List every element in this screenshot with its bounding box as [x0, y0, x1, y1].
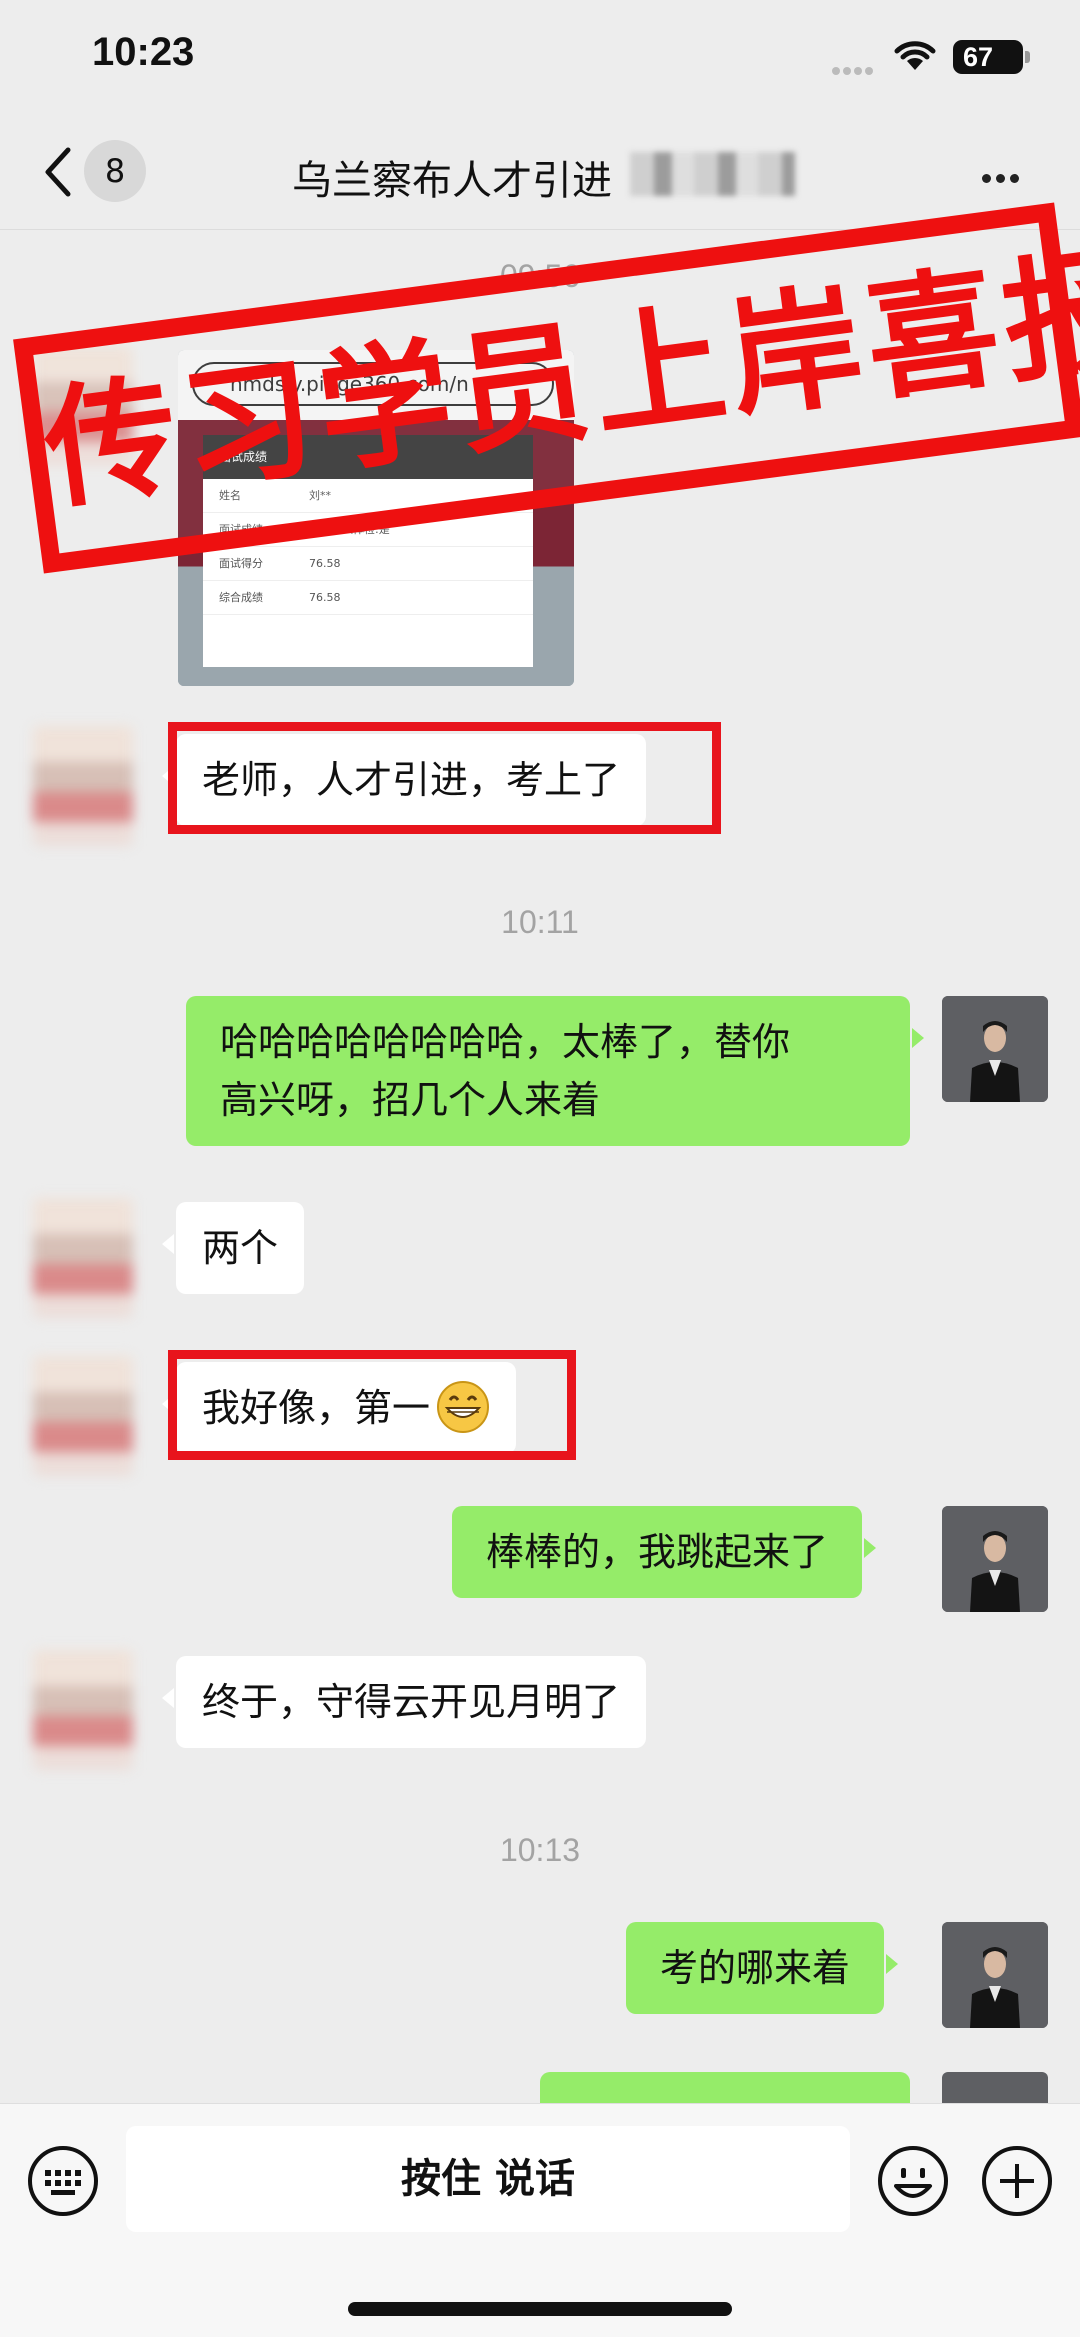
person-icon [942, 1922, 1048, 2028]
more-options-icon[interactable] [982, 168, 1024, 187]
battery-icon: 67 [953, 40, 1030, 74]
score-row: 综合成绩 76.58 [203, 581, 533, 615]
contact-avatar[interactable] [33, 1356, 133, 1476]
my-avatar[interactable] [942, 1506, 1048, 1612]
wifi-icon [894, 41, 936, 70]
input-bar: 按住 说话 [0, 2103, 1080, 2337]
person-icon [942, 996, 1048, 1102]
message-bubble-outgoing[interactable]: 哈哈哈哈哈哈哈哈，太棒了，替你 高兴呀，招几个人来着 [186, 996, 924, 1146]
cellular-signal-icon [832, 60, 876, 79]
status-time: 10:23 [92, 30, 195, 74]
message-bubble-incoming[interactable]: 两个 [161, 1202, 305, 1294]
score-row: 面试得分 76.58 [203, 547, 533, 581]
contact-avatar[interactable] [33, 726, 133, 846]
status-bar: 10:23 67 [0, 0, 1080, 120]
message-bubble-outgoing[interactable]: 棒棒的，我跳起来了 [452, 1506, 877, 1598]
contact-avatar[interactable] [33, 1650, 133, 1770]
home-indicator[interactable] [348, 2302, 732, 2316]
contact-avatar[interactable] [33, 1198, 133, 1318]
emoji-icon[interactable] [876, 2144, 950, 2218]
chat-header: 8 乌兰察布人才引进 [0, 120, 1080, 230]
my-avatar[interactable] [942, 996, 1048, 1102]
chat-title: 乌兰察布人才引进 [292, 158, 612, 204]
hold-to-talk-button[interactable]: 按住 说话 [126, 2126, 850, 2232]
title-mosaic [630, 152, 795, 196]
message-bubble-incoming[interactable]: 终于，守得云开见月明了 [161, 1656, 647, 1748]
keyboard-icon[interactable] [26, 2144, 100, 2218]
highlight-box [168, 722, 721, 834]
message-line: 高兴呀，招几个人来着 [220, 1078, 601, 1122]
message-line: 哈哈哈哈哈哈哈哈，太棒了，替你 [220, 1020, 791, 1064]
highlight-box [168, 1350, 576, 1460]
back-chevron-icon[interactable] [40, 146, 74, 198]
battery-level: 67 [963, 42, 994, 72]
person-icon [942, 1506, 1048, 1612]
my-avatar[interactable] [942, 1922, 1048, 2028]
plus-icon[interactable] [980, 2144, 1054, 2218]
timestamp: 10:11 [501, 904, 579, 940]
message-bubble-outgoing[interactable]: 考的哪来着 [626, 1922, 899, 2014]
unread-count-badge[interactable]: 8 [84, 140, 146, 202]
timestamp: 10:13 [499, 1832, 581, 1868]
